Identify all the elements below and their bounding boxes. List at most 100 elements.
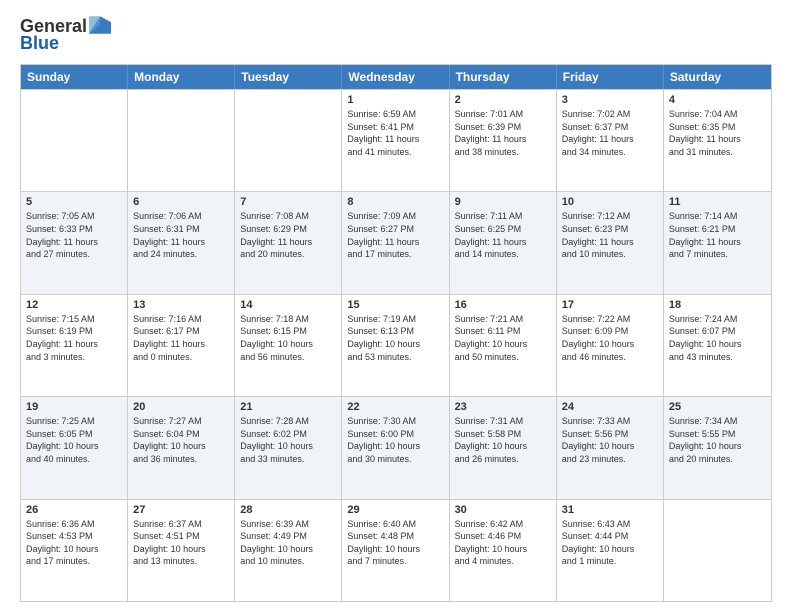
day-number: 27 — [133, 504, 229, 516]
calendar-body: 1Sunrise: 6:59 AM Sunset: 6:41 PM Daylig… — [21, 89, 771, 601]
cell-info: Sunrise: 7:11 AM Sunset: 6:25 PM Dayligh… — [455, 210, 551, 260]
weekday-header-saturday: Saturday — [664, 65, 771, 89]
cell-info: Sunrise: 7:04 AM Sunset: 6:35 PM Dayligh… — [669, 108, 766, 158]
cal-cell-3-2: 21 Sunrise: 7:28 AM Sunset: 6:02 PM Dayli… — [235, 397, 342, 498]
cal-cell-2-2: 14 Sunrise: 7:18 AM Sunset: 6:15 PM Dayli… — [235, 295, 342, 396]
day-number: 16 — [455, 299, 551, 311]
cal-cell-0-6: 4 Sunrise: 7:04 AM Sunset: 6:35 PM Daylig… — [664, 90, 771, 191]
cal-cell-4-5: 31 Sunrise: 6:43 AM Sunset: 4:44 PM Dayli… — [557, 500, 664, 601]
cell-info: Sunrise: 7:28 AM Sunset: 6:02 PM Dayligh… — [240, 415, 336, 465]
cell-info: Sunrise: 6:37 AM Sunset: 4:51 PM Dayligh… — [133, 518, 229, 568]
cal-cell-4-0: 26 Sunrise: 6:36 AM Sunset: 4:53 PM Dayli… — [21, 500, 128, 601]
cell-info: Sunrise: 7:16 AM Sunset: 6:17 PM Dayligh… — [133, 313, 229, 363]
cell-info: Sunrise: 7:27 AM Sunset: 6:04 PM Dayligh… — [133, 415, 229, 465]
weekday-header-friday: Friday — [557, 65, 664, 89]
day-number: 10 — [562, 196, 658, 208]
cell-info: Sunrise: 6:40 AM Sunset: 4:48 PM Dayligh… — [347, 518, 443, 568]
day-number: 11 — [669, 196, 766, 208]
cell-info: Sunrise: 7:30 AM Sunset: 6:00 PM Dayligh… — [347, 415, 443, 465]
cal-cell-2-0: 12 Sunrise: 7:15 AM Sunset: 6:19 PM Dayli… — [21, 295, 128, 396]
cell-info: Sunrise: 7:05 AM Sunset: 6:33 PM Dayligh… — [26, 210, 122, 260]
cal-cell-0-2 — [235, 90, 342, 191]
day-number: 29 — [347, 504, 443, 516]
cal-cell-0-3: 1Sunrise: 6:59 AM Sunset: 6:41 PM Daylig… — [342, 90, 449, 191]
cal-cell-4-4: 30 Sunrise: 6:42 AM Sunset: 4:46 PM Dayli… — [450, 500, 557, 601]
cell-info: Sunrise: 7:34 AM Sunset: 5:55 PM Dayligh… — [669, 415, 766, 465]
day-number: 7 — [240, 196, 336, 208]
cal-cell-2-5: 17 Sunrise: 7:22 AM Sunset: 6:09 PM Dayli… — [557, 295, 664, 396]
cal-cell-1-3: 8 Sunrise: 7:09 AM Sunset: 6:27 PM Daylig… — [342, 192, 449, 293]
weekday-header-sunday: Sunday — [21, 65, 128, 89]
day-number: 13 — [133, 299, 229, 311]
cell-info: Sunrise: 7:06 AM Sunset: 6:31 PM Dayligh… — [133, 210, 229, 260]
cell-info: Sunrise: 7:15 AM Sunset: 6:19 PM Dayligh… — [26, 313, 122, 363]
day-number: 30 — [455, 504, 551, 516]
cell-info: Sunrise: 7:09 AM Sunset: 6:27 PM Dayligh… — [347, 210, 443, 260]
calendar-header: SundayMondayTuesdayWednesdayThursdayFrid… — [21, 65, 771, 89]
cal-row-0: 1Sunrise: 6:59 AM Sunset: 6:41 PM Daylig… — [21, 89, 771, 191]
day-number: 12 — [26, 299, 122, 311]
cal-cell-2-1: 13 Sunrise: 7:16 AM Sunset: 6:17 PM Dayli… — [128, 295, 235, 396]
cell-info: Sunrise: 7:31 AM Sunset: 5:58 PM Dayligh… — [455, 415, 551, 465]
cal-cell-3-6: 25Sunrise: 7:34 AM Sunset: 5:55 PM Dayli… — [664, 397, 771, 498]
cal-cell-4-2: 28 Sunrise: 6:39 AM Sunset: 4:49 PM Dayli… — [235, 500, 342, 601]
day-number: 23 — [455, 401, 551, 413]
cal-cell-1-1: 6Sunrise: 7:06 AM Sunset: 6:31 PM Daylig… — [128, 192, 235, 293]
cell-info: Sunrise: 6:42 AM Sunset: 4:46 PM Dayligh… — [455, 518, 551, 568]
weekday-header-monday: Monday — [128, 65, 235, 89]
cal-cell-2-6: 18 Sunrise: 7:24 AM Sunset: 6:07 PM Dayli… — [664, 295, 771, 396]
cal-cell-3-1: 20Sunrise: 7:27 AM Sunset: 6:04 PM Dayli… — [128, 397, 235, 498]
cell-info: Sunrise: 6:43 AM Sunset: 4:44 PM Dayligh… — [562, 518, 658, 568]
cell-info: Sunrise: 7:25 AM Sunset: 6:05 PM Dayligh… — [26, 415, 122, 465]
cal-cell-2-3: 15 Sunrise: 7:19 AM Sunset: 6:13 PM Dayli… — [342, 295, 449, 396]
cal-cell-4-6 — [664, 500, 771, 601]
day-number: 22 — [347, 401, 443, 413]
cal-cell-0-0 — [21, 90, 128, 191]
day-number: 15 — [347, 299, 443, 311]
cal-cell-0-1 — [128, 90, 235, 191]
cal-cell-3-0: 19Sunrise: 7:25 AM Sunset: 6:05 PM Dayli… — [21, 397, 128, 498]
cell-info: Sunrise: 7:21 AM Sunset: 6:11 PM Dayligh… — [455, 313, 551, 363]
cell-info: Sunrise: 7:19 AM Sunset: 6:13 PM Dayligh… — [347, 313, 443, 363]
cell-info: Sunrise: 7:18 AM Sunset: 6:15 PM Dayligh… — [240, 313, 336, 363]
day-number: 8 — [347, 196, 443, 208]
day-number: 3 — [562, 94, 658, 106]
cell-info: Sunrise: 7:12 AM Sunset: 6:23 PM Dayligh… — [562, 210, 658, 260]
cell-info: Sunrise: 6:39 AM Sunset: 4:49 PM Dayligh… — [240, 518, 336, 568]
cal-cell-0-5: 3 Sunrise: 7:02 AM Sunset: 6:37 PM Daylig… — [557, 90, 664, 191]
cell-info: Sunrise: 6:36 AM Sunset: 4:53 PM Dayligh… — [26, 518, 122, 568]
day-number: 4 — [669, 94, 766, 106]
day-number: 1 — [347, 94, 443, 106]
cal-cell-1-2: 7Sunrise: 7:08 AM Sunset: 6:29 PM Daylig… — [235, 192, 342, 293]
logo-icon — [89, 14, 111, 36]
cal-row-1: 5Sunrise: 7:05 AM Sunset: 6:33 PM Daylig… — [21, 191, 771, 293]
cal-row-4: 26 Sunrise: 6:36 AM Sunset: 4:53 PM Dayli… — [21, 499, 771, 601]
cal-cell-3-4: 23 Sunrise: 7:31 AM Sunset: 5:58 PM Dayli… — [450, 397, 557, 498]
cal-cell-4-3: 29 Sunrise: 6:40 AM Sunset: 4:48 PM Dayli… — [342, 500, 449, 601]
cal-cell-0-4: 2Sunrise: 7:01 AM Sunset: 6:39 PM Daylig… — [450, 90, 557, 191]
cell-info: Sunrise: 7:14 AM Sunset: 6:21 PM Dayligh… — [669, 210, 766, 260]
weekday-header-tuesday: Tuesday — [235, 65, 342, 89]
calendar: SundayMondayTuesdayWednesdayThursdayFrid… — [20, 64, 772, 602]
day-number: 18 — [669, 299, 766, 311]
weekday-header-wednesday: Wednesday — [342, 65, 449, 89]
day-number: 21 — [240, 401, 336, 413]
cell-info: Sunrise: 7:02 AM Sunset: 6:37 PM Dayligh… — [562, 108, 658, 158]
day-number: 28 — [240, 504, 336, 516]
day-number: 31 — [562, 504, 658, 516]
day-number: 26 — [26, 504, 122, 516]
cell-info: Sunrise: 7:24 AM Sunset: 6:07 PM Dayligh… — [669, 313, 766, 363]
cal-cell-1-4: 9Sunrise: 7:11 AM Sunset: 6:25 PM Daylig… — [450, 192, 557, 293]
cal-cell-3-5: 24Sunrise: 7:33 AM Sunset: 5:56 PM Dayli… — [557, 397, 664, 498]
cell-info: Sunrise: 7:22 AM Sunset: 6:09 PM Dayligh… — [562, 313, 658, 363]
cal-cell-1-5: 10 Sunrise: 7:12 AM Sunset: 6:23 PM Dayli… — [557, 192, 664, 293]
day-number: 14 — [240, 299, 336, 311]
weekday-header-thursday: Thursday — [450, 65, 557, 89]
cell-info: Sunrise: 7:01 AM Sunset: 6:39 PM Dayligh… — [455, 108, 551, 158]
day-number: 17 — [562, 299, 658, 311]
cal-cell-2-4: 16 Sunrise: 7:21 AM Sunset: 6:11 PM Dayli… — [450, 295, 557, 396]
cal-cell-3-3: 22 Sunrise: 7:30 AM Sunset: 6:00 PM Dayli… — [342, 397, 449, 498]
cal-row-3: 19Sunrise: 7:25 AM Sunset: 6:05 PM Dayli… — [21, 396, 771, 498]
header: General Blue — [20, 16, 772, 54]
cal-cell-1-0: 5Sunrise: 7:05 AM Sunset: 6:33 PM Daylig… — [21, 192, 128, 293]
